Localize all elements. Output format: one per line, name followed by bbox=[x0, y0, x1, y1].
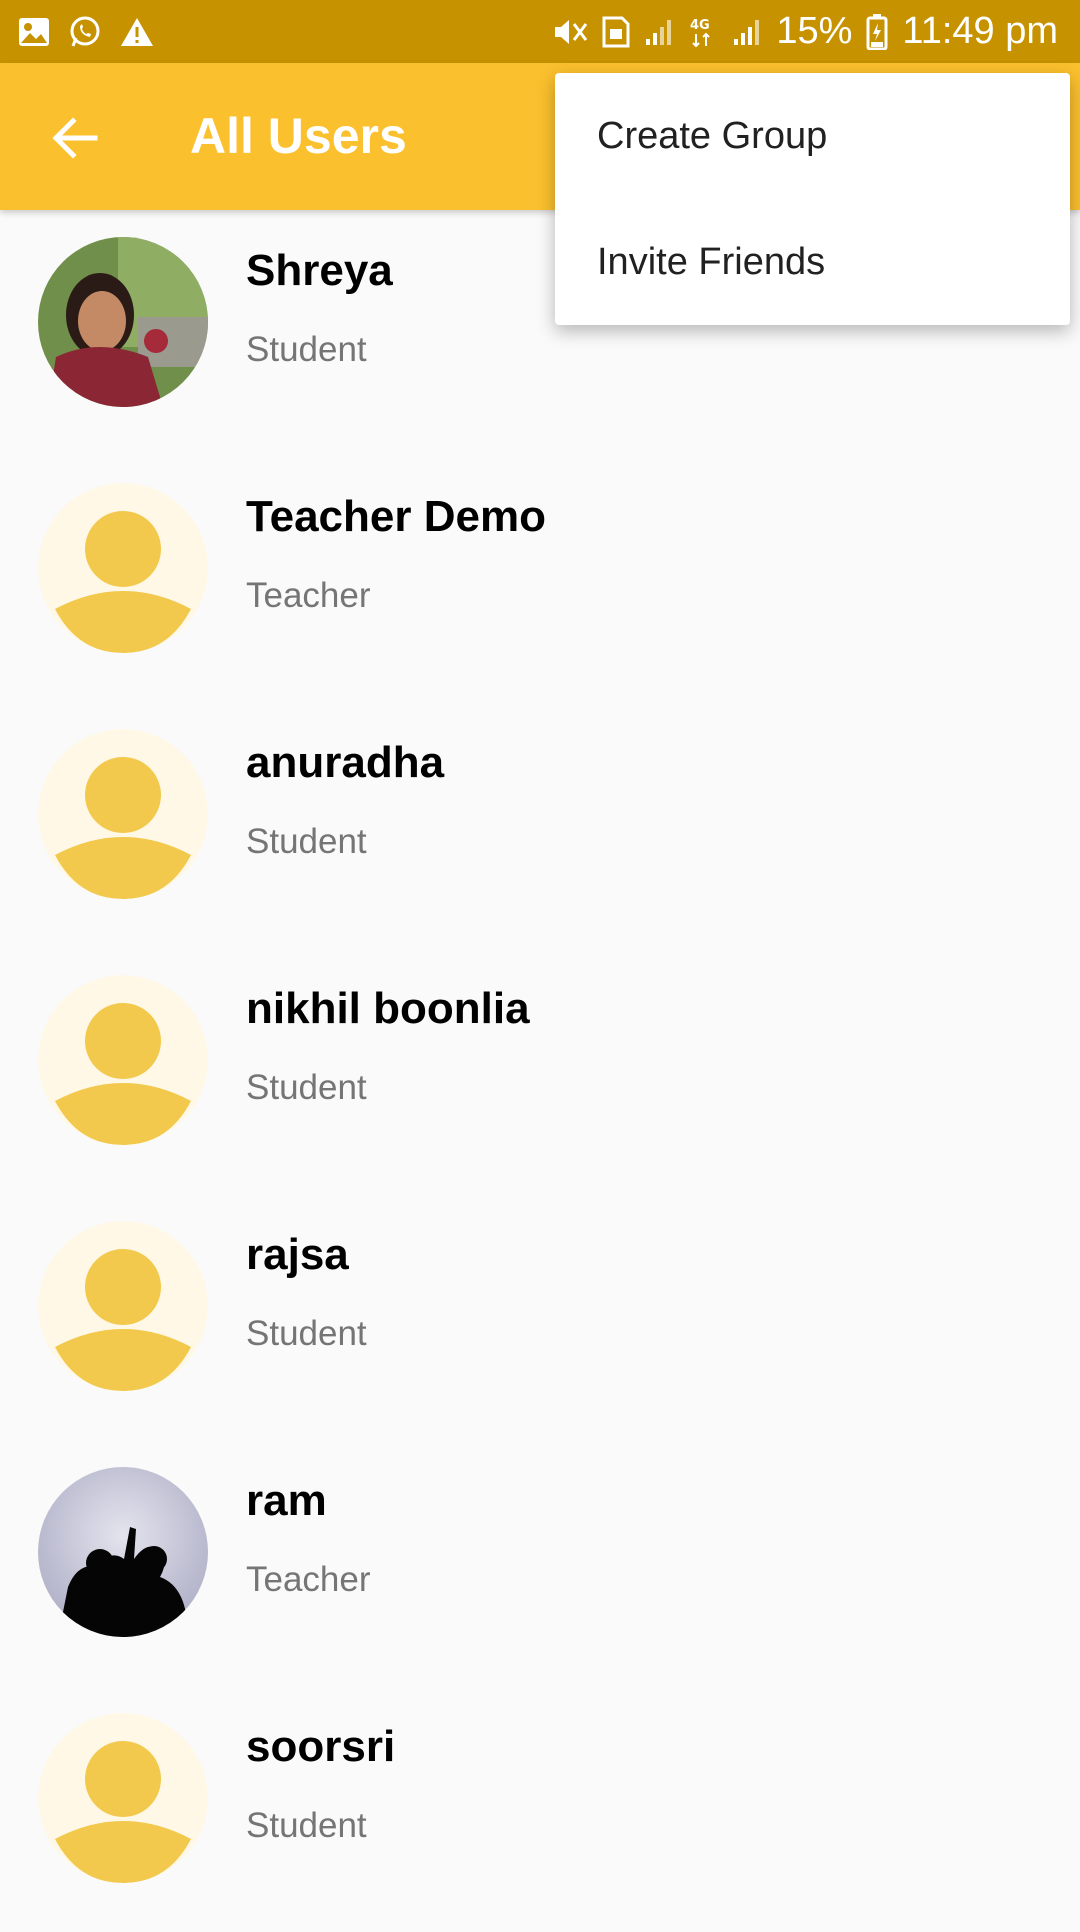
menu-item-invite-friends[interactable]: Invite Friends bbox=[555, 199, 1070, 325]
signal-icon bbox=[644, 17, 674, 47]
default-avatar-icon[interactable] bbox=[38, 975, 208, 1145]
avatar-photo[interactable] bbox=[38, 237, 208, 407]
user-name: rajsa bbox=[246, 1230, 349, 1279]
battery-charging-icon bbox=[866, 13, 888, 50]
user-name: nikhil boonlia bbox=[246, 984, 530, 1033]
default-avatar-icon[interactable] bbox=[38, 1713, 208, 1883]
network-4g-icon: 4G bbox=[688, 16, 718, 48]
mute-icon bbox=[552, 16, 588, 48]
user-name: anuradha bbox=[246, 738, 445, 787]
gallery-icon bbox=[18, 17, 50, 47]
user-role: Student bbox=[246, 330, 367, 369]
user-name: soorsri bbox=[246, 1722, 396, 1771]
default-avatar-icon[interactable] bbox=[38, 483, 208, 653]
overflow-menu: Create Group Invite Friends bbox=[555, 73, 1070, 325]
default-avatar-icon[interactable] bbox=[38, 729, 208, 899]
status-bar: 4G 15% 11:49 pm bbox=[0, 0, 1080, 63]
user-row-rajsa[interactable]: rajsa Student bbox=[0, 1194, 1080, 1440]
default-avatar-icon[interactable] bbox=[38, 1221, 208, 1391]
user-list: Shreya Student Teacher Demo Teacher anur… bbox=[0, 210, 1080, 1932]
user-row-teacher-demo[interactable]: Teacher Demo Teacher bbox=[0, 456, 1080, 702]
signal-icon bbox=[732, 17, 762, 47]
battery-percent: 15% bbox=[776, 10, 853, 52]
whatsapp-icon bbox=[68, 15, 102, 49]
user-row-ram[interactable]: ram Teacher bbox=[0, 1440, 1080, 1686]
user-role: Student bbox=[246, 822, 367, 861]
user-role: Teacher bbox=[246, 576, 371, 615]
sim-icon bbox=[602, 16, 630, 48]
user-row-soorsri[interactable]: soorsri Student bbox=[0, 1686, 1080, 1932]
user-row-nikhil-boonlia[interactable]: nikhil boonlia Student bbox=[0, 948, 1080, 1194]
avatar-photo[interactable] bbox=[38, 1467, 208, 1637]
page-title: All Users bbox=[190, 108, 407, 164]
svg-text:4G: 4G bbox=[690, 18, 710, 33]
warning-icon bbox=[120, 17, 154, 47]
user-name: Shreya bbox=[246, 246, 393, 295]
menu-item-create-group[interactable]: Create Group bbox=[555, 73, 1070, 199]
user-name: Teacher Demo bbox=[246, 492, 546, 541]
user-name: ram bbox=[246, 1476, 327, 1525]
arrow-left-icon bbox=[52, 117, 98, 159]
user-role: Student bbox=[246, 1314, 367, 1353]
back-button[interactable] bbox=[40, 103, 110, 173]
user-role: Teacher bbox=[246, 1560, 371, 1599]
user-row-anuradha[interactable]: anuradha Student bbox=[0, 702, 1080, 948]
user-role: Student bbox=[246, 1068, 367, 1107]
clock: 11:49 pm bbox=[902, 10, 1058, 52]
user-role: Student bbox=[246, 1806, 367, 1845]
